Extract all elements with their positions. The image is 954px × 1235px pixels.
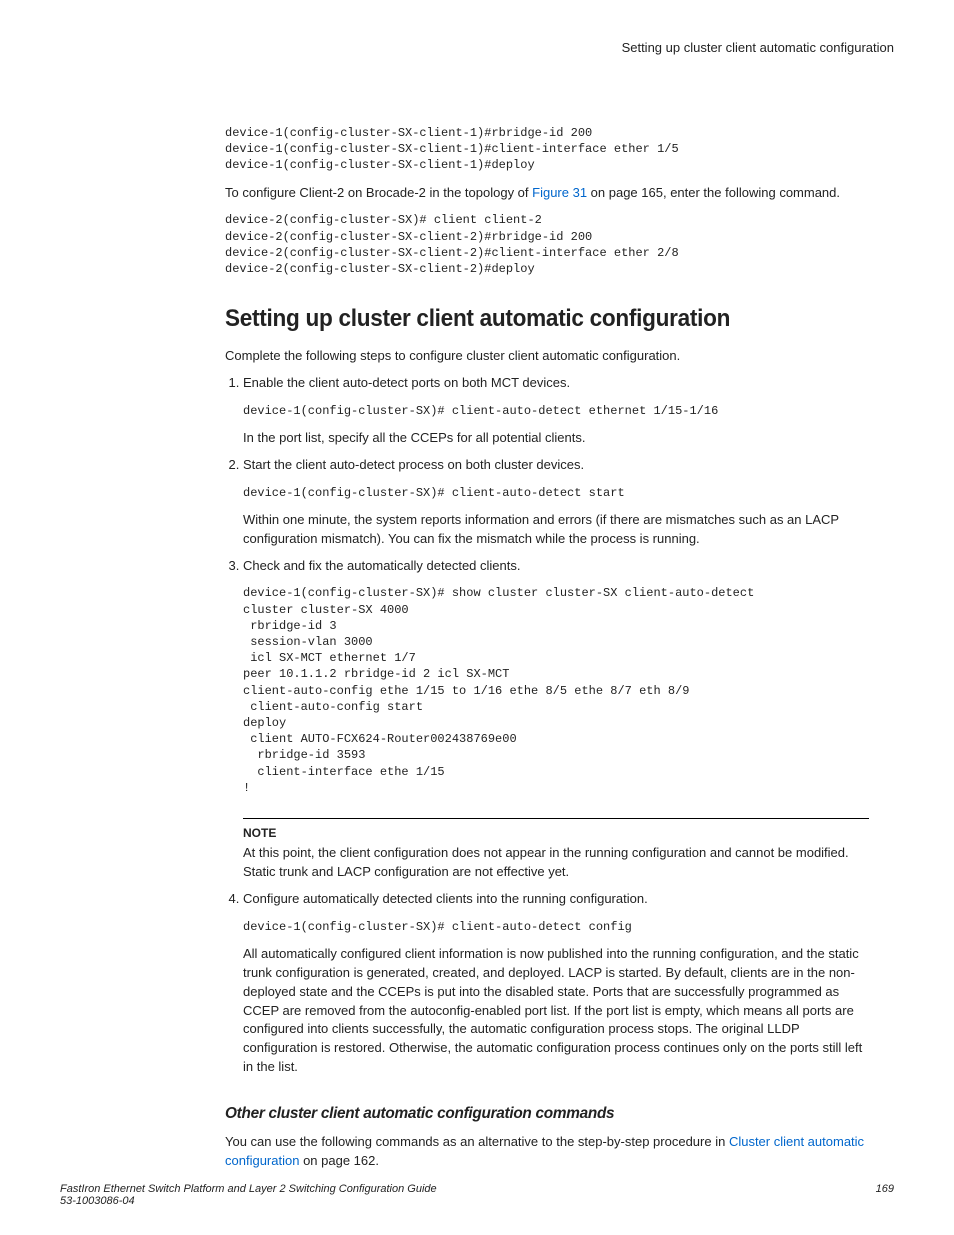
step-3-code: device-1(config-cluster-SX)# show cluste… <box>243 585 869 795</box>
section-intro: Complete the following steps to configur… <box>225 347 869 366</box>
step-2-code: device-1(config-cluster-SX)# client-auto… <box>243 485 869 501</box>
step-2: Start the client auto-detect process on … <box>243 456 869 549</box>
step-4-code: device-1(config-cluster-SX)# client-auto… <box>243 919 869 935</box>
subsection-paragraph: You can use the following commands as an… <box>225 1133 869 1171</box>
step-4-after: All automatically configured client info… <box>243 945 869 1077</box>
footer-doc-title: FastIron Ethernet Switch Platform and La… <box>60 1183 437 1195</box>
code-block-1: device-1(config-cluster-SX-client-1)#rbr… <box>225 125 869 174</box>
subsection-heading: Other cluster client automatic configura… <box>225 1105 843 1123</box>
text: You can use the following commands as an… <box>225 1134 729 1149</box>
note-block: NOTE At this point, the client configura… <box>243 818 869 882</box>
step-2-text: Start the client auto-detect process on … <box>243 457 584 472</box>
step-4: Configure automatically detected clients… <box>243 890 869 1077</box>
footer-left: FastIron Ethernet Switch Platform and La… <box>60 1183 437 1207</box>
step-4-text: Configure automatically detected clients… <box>243 891 648 906</box>
page-header-title: Setting up cluster client automatic conf… <box>60 40 894 55</box>
step-2-after: Within one minute, the system reports in… <box>243 511 869 549</box>
step-1-code: device-1(config-cluster-SX)# client-auto… <box>243 403 869 419</box>
note-label: NOTE <box>243 825 869 842</box>
steps-list: Enable the client auto-detect ports on b… <box>225 374 869 1077</box>
step-3-text: Check and fix the automatically detected… <box>243 558 520 573</box>
footer-doc-number: 53-1003086-04 <box>60 1195 135 1207</box>
step-1: Enable the client auto-detect ports on b… <box>243 374 869 448</box>
step-1-text: Enable the client auto-detect ports on b… <box>243 375 570 390</box>
text: on page 162. <box>299 1153 379 1168</box>
page-footer: FastIron Ethernet Switch Platform and La… <box>60 1183 894 1207</box>
text: To configure Client-2 on Brocade-2 in th… <box>225 185 532 200</box>
code-block-2: device-2(config-cluster-SX)# client clie… <box>225 212 869 277</box>
figure-link[interactable]: Figure 31 <box>532 185 587 200</box>
section-heading: Setting up cluster client automatic conf… <box>225 305 830 333</box>
step-3: Check and fix the automatically detected… <box>243 557 869 882</box>
footer-page-number: 169 <box>876 1183 894 1207</box>
step-1-after: In the port list, specify all the CCEPs … <box>243 429 869 448</box>
paragraph-config-client2: To configure Client-2 on Brocade-2 in th… <box>225 184 869 203</box>
note-text: At this point, the client configuration … <box>243 844 869 882</box>
text: on page 165, enter the following command… <box>587 185 840 200</box>
